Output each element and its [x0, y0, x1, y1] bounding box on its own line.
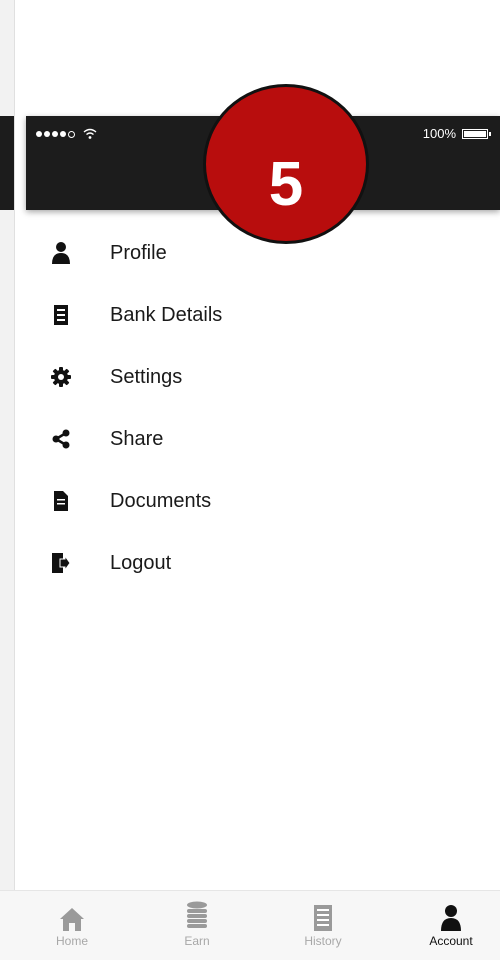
tab-label: Account [429, 934, 473, 948]
menu-item-share[interactable]: Share [26, 408, 500, 470]
tab-account[interactable]: Account [406, 899, 496, 948]
step-number-badge: 5 [203, 84, 369, 244]
menu-item-label: Bank Details [110, 303, 223, 326]
menu-item-settings[interactable]: Settings [26, 346, 500, 408]
tab-home[interactable]: Home [27, 899, 117, 948]
tab-label: Earn [184, 934, 210, 948]
menu-item-logout[interactable]: Logout [26, 532, 500, 594]
person-icon [50, 242, 72, 264]
wifi-icon [83, 128, 97, 139]
logout-icon [50, 552, 72, 574]
share-icon [50, 428, 72, 450]
battery-icon [462, 128, 491, 139]
menu-item-label: Profile [110, 241, 167, 264]
documents-icon [50, 490, 72, 512]
tab-history[interactable]: History [278, 899, 368, 948]
signal-icon [36, 128, 97, 140]
battery-percentage: 100% [422, 126, 456, 141]
bottom-tab-bar: Home Earn History Account [0, 890, 500, 960]
previous-screen-header-edge [0, 116, 14, 210]
menu-item-bank-details[interactable]: Bank Details [26, 284, 500, 346]
menu-item-label: Logout [110, 551, 172, 574]
menu-item-label: Settings [110, 365, 183, 388]
account-menu: Profile Bank Details Settings Share Docu… [26, 222, 500, 594]
menu-item-label: Documents [110, 489, 212, 512]
document-list-icon [50, 304, 72, 326]
menu-item-documents[interactable]: Documents [26, 470, 500, 532]
account-screen: 100% Account Profile Bank Details [26, 84, 500, 959]
gear-icon [50, 366, 72, 388]
coins-icon [152, 899, 242, 931]
tab-earn[interactable]: Earn [152, 899, 242, 948]
tab-label: Home [55, 934, 88, 948]
step-number: 5 [268, 149, 304, 219]
tab-label: History [304, 934, 342, 948]
home-icon [27, 899, 117, 931]
menu-item-label: Share [110, 427, 164, 450]
person-icon [406, 899, 496, 931]
history-icon [278, 899, 368, 931]
